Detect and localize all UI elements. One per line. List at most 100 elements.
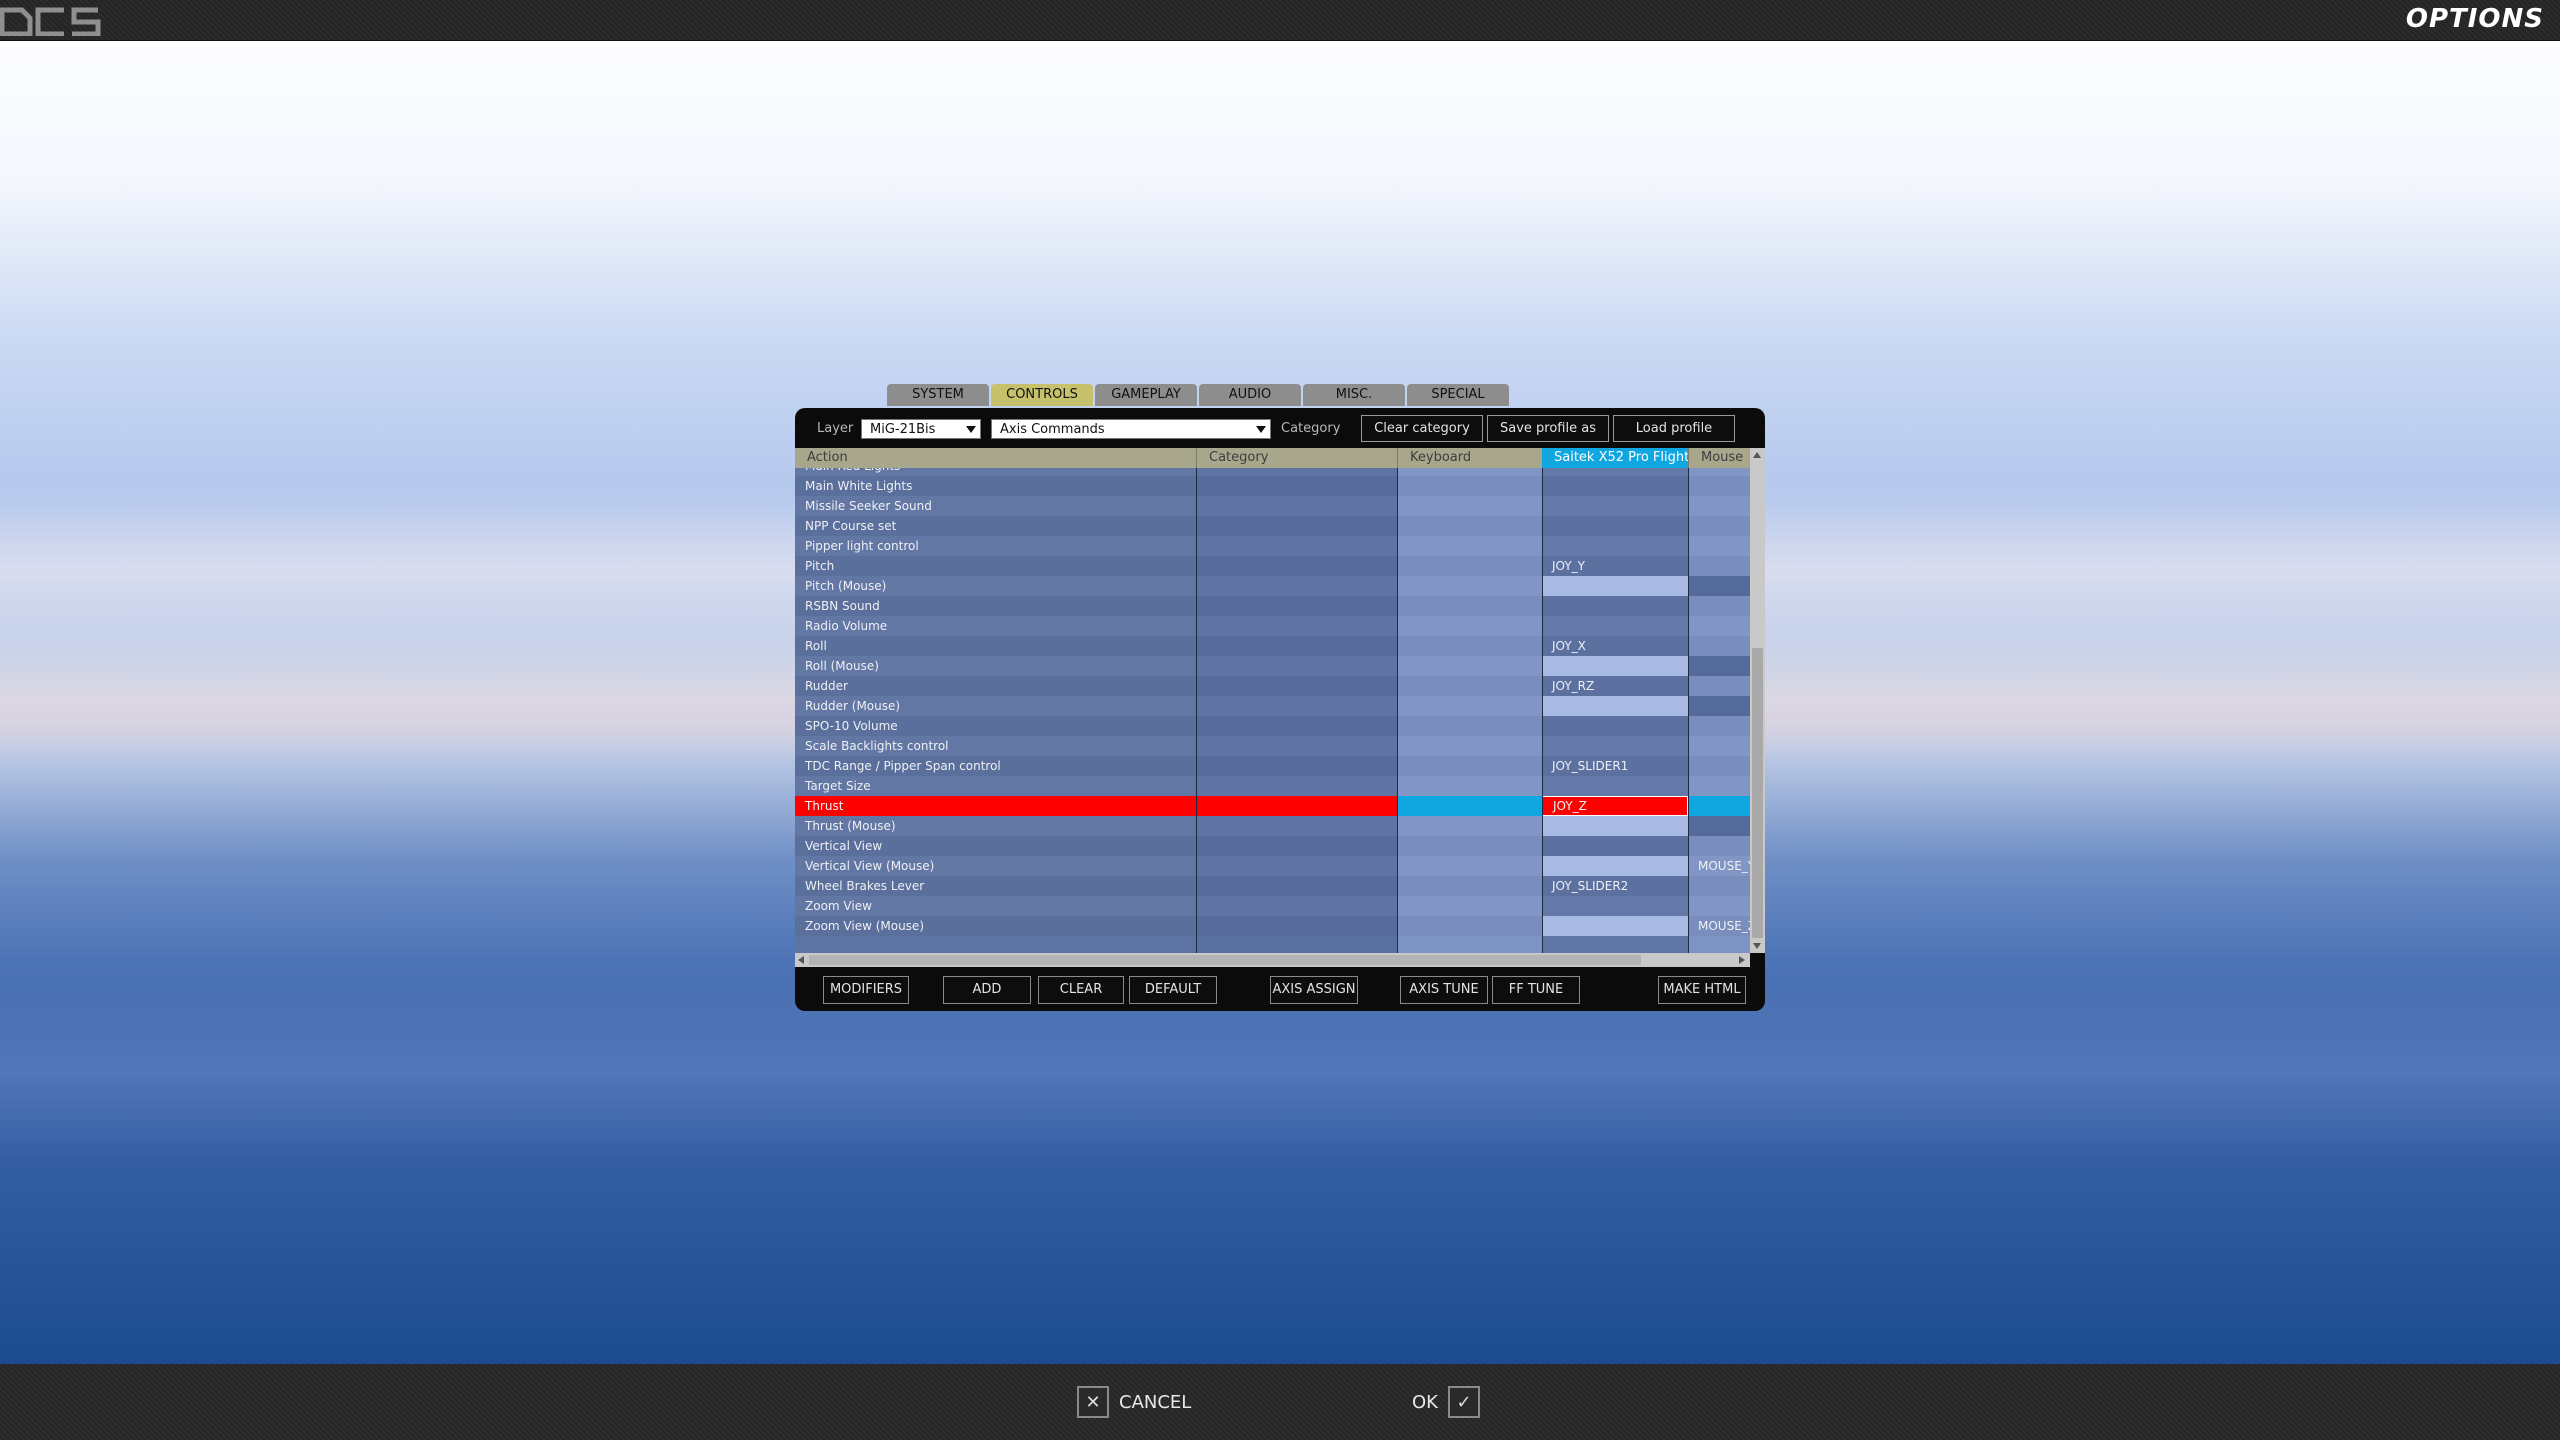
- action-cell[interactable]: Vertical View: [795, 836, 1196, 856]
- mouse-cell[interactable]: [1688, 696, 1750, 716]
- device-cell[interactable]: [1542, 916, 1688, 936]
- tab-controls[interactable]: CONTROLS: [991, 384, 1093, 406]
- action-cell[interactable]: Thrust (Mouse): [795, 816, 1196, 836]
- keyboard-cell[interactable]: [1397, 556, 1542, 576]
- category-cell[interactable]: [1196, 516, 1397, 536]
- axis-assign-button[interactable]: AXIS ASSIGN: [1270, 976, 1358, 1004]
- keyboard-cell[interactable]: [1397, 536, 1542, 556]
- category-cell[interactable]: [1196, 756, 1397, 776]
- table-row[interactable]: SPO-10 Volume: [795, 716, 1750, 736]
- mouse-cell[interactable]: [1688, 836, 1750, 856]
- category-cell[interactable]: [1196, 676, 1397, 696]
- action-cell[interactable]: NPP Course set: [795, 516, 1196, 536]
- clear-button[interactable]: CLEAR: [1038, 976, 1124, 1004]
- scroll-left-icon[interactable]: [798, 956, 804, 964]
- table-row[interactable]: Roll JOY_X: [795, 636, 1750, 656]
- mouse-cell[interactable]: [1688, 636, 1750, 656]
- table-row[interactable]: Roll (Mouse): [795, 656, 1750, 676]
- add-button[interactable]: ADD: [943, 976, 1031, 1004]
- device-cell[interactable]: [1542, 616, 1688, 636]
- action-cell[interactable]: Pitch: [795, 556, 1196, 576]
- category-cell[interactable]: [1196, 656, 1397, 676]
- default-button[interactable]: DEFAULT: [1129, 976, 1217, 1004]
- keyboard-cell[interactable]: [1397, 816, 1542, 836]
- mouse-cell[interactable]: [1688, 716, 1750, 736]
- action-cell[interactable]: Missile Seeker Sound: [795, 496, 1196, 516]
- device-cell[interactable]: [1542, 836, 1688, 856]
- action-cell[interactable]: TDC Range / Pipper Span control: [795, 756, 1196, 776]
- scrollbar-thumb[interactable]: [1752, 648, 1763, 938]
- device-cell[interactable]: JOY_RZ: [1542, 676, 1688, 696]
- action-cell[interactable]: RSBN Sound: [795, 596, 1196, 616]
- tab-gameplay[interactable]: GAMEPLAY: [1095, 384, 1197, 406]
- table-row[interactable]: Thrust (Mouse): [795, 816, 1750, 836]
- category-cell[interactable]: [1196, 816, 1397, 836]
- category-cell[interactable]: [1196, 836, 1397, 856]
- device-cell[interactable]: [1542, 576, 1688, 596]
- category-select[interactable]: Axis Commands: [991, 419, 1271, 439]
- action-cell[interactable]: Thrust: [795, 796, 1196, 816]
- keyboard-cell[interactable]: [1397, 596, 1542, 616]
- table-row[interactable]: Main White Lights: [795, 476, 1750, 496]
- table-row[interactable]: Pitch JOY_Y: [795, 556, 1750, 576]
- table-row[interactable]: Vertical View (Mouse) MOUSE_Y: [795, 856, 1750, 876]
- device-cell[interactable]: JOY_Y: [1542, 556, 1688, 576]
- action-cell[interactable]: Rudder (Mouse): [795, 696, 1196, 716]
- scroll-down-icon[interactable]: [1753, 943, 1761, 949]
- keyboard-cell[interactable]: [1397, 576, 1542, 596]
- cancel-button[interactable]: ✕ CANCEL: [1077, 1384, 1191, 1420]
- action-cell[interactable]: Rudder: [795, 676, 1196, 696]
- tab-audio[interactable]: AUDIO: [1199, 384, 1301, 406]
- table-row[interactable]: Rudder (Mouse): [795, 696, 1750, 716]
- clear-category-button[interactable]: Clear category: [1361, 415, 1483, 442]
- scrollbar-thumb[interactable]: [809, 955, 1641, 965]
- action-header[interactable]: Action: [795, 448, 1196, 468]
- scroll-up-icon[interactable]: [1753, 452, 1761, 458]
- category-cell[interactable]: [1196, 496, 1397, 516]
- device-cell[interactable]: JOY_X: [1542, 636, 1688, 656]
- device-cell[interactable]: JOY_Z: [1542, 796, 1688, 816]
- mouse-cell[interactable]: [1688, 536, 1750, 556]
- keyboard-cell[interactable]: [1397, 856, 1542, 876]
- device-cell[interactable]: [1542, 516, 1688, 536]
- category-cell[interactable]: [1196, 536, 1397, 556]
- keyboard-cell[interactable]: [1397, 836, 1542, 856]
- keyboard-cell[interactable]: [1397, 796, 1542, 816]
- mouse-cell[interactable]: [1688, 616, 1750, 636]
- device-cell[interactable]: JOY_SLIDER2: [1542, 876, 1688, 896]
- table-row[interactable]: Wheel Brakes Lever JOY_SLIDER2: [795, 876, 1750, 896]
- horizontal-scrollbar[interactable]: [795, 953, 1750, 967]
- table-row[interactable]: Pitch (Mouse): [795, 576, 1750, 596]
- category-cell[interactable]: [1196, 796, 1397, 816]
- table-row[interactable]: Pipper light control: [795, 536, 1750, 556]
- category-cell[interactable]: [1196, 856, 1397, 876]
- action-cell[interactable]: Pipper light control: [795, 536, 1196, 556]
- device-cell[interactable]: [1542, 776, 1688, 796]
- axis-tune-button[interactable]: AXIS TUNE: [1400, 976, 1488, 1004]
- category-cell[interactable]: [1196, 876, 1397, 896]
- device-cell[interactable]: [1542, 496, 1688, 516]
- table-row[interactable]: NPP Course set: [795, 516, 1750, 536]
- table-row[interactable]: Rudder JOY_RZ: [795, 676, 1750, 696]
- table-row[interactable]: Scale Backlights control: [795, 736, 1750, 756]
- category-cell[interactable]: [1196, 616, 1397, 636]
- category-cell[interactable]: [1196, 576, 1397, 596]
- ok-button[interactable]: OK ✓: [1412, 1384, 1480, 1420]
- keyboard-header[interactable]: Keyboard: [1397, 448, 1542, 468]
- category-cell[interactable]: [1196, 556, 1397, 576]
- mouse-cell[interactable]: [1688, 596, 1750, 616]
- mouse-cell[interactable]: [1688, 656, 1750, 676]
- make-html-button[interactable]: MAKE HTML: [1658, 976, 1746, 1004]
- device-cell[interactable]: JOY_SLIDER1: [1542, 756, 1688, 776]
- mouse-cell[interactable]: [1688, 516, 1750, 536]
- keyboard-cell[interactable]: [1397, 476, 1542, 496]
- action-cell[interactable]: Target Size: [795, 776, 1196, 796]
- action-cell[interactable]: Roll: [795, 636, 1196, 656]
- scroll-right-icon[interactable]: [1739, 956, 1745, 964]
- keyboard-cell[interactable]: [1397, 736, 1542, 756]
- action-cell[interactable]: Pitch (Mouse): [795, 576, 1196, 596]
- keyboard-cell[interactable]: [1397, 916, 1542, 936]
- mouse-cell[interactable]: [1688, 556, 1750, 576]
- action-cell[interactable]: SPO-10 Volume: [795, 716, 1196, 736]
- table-row[interactable]: Zoom View (Mouse) MOUSE_Z: [795, 916, 1750, 936]
